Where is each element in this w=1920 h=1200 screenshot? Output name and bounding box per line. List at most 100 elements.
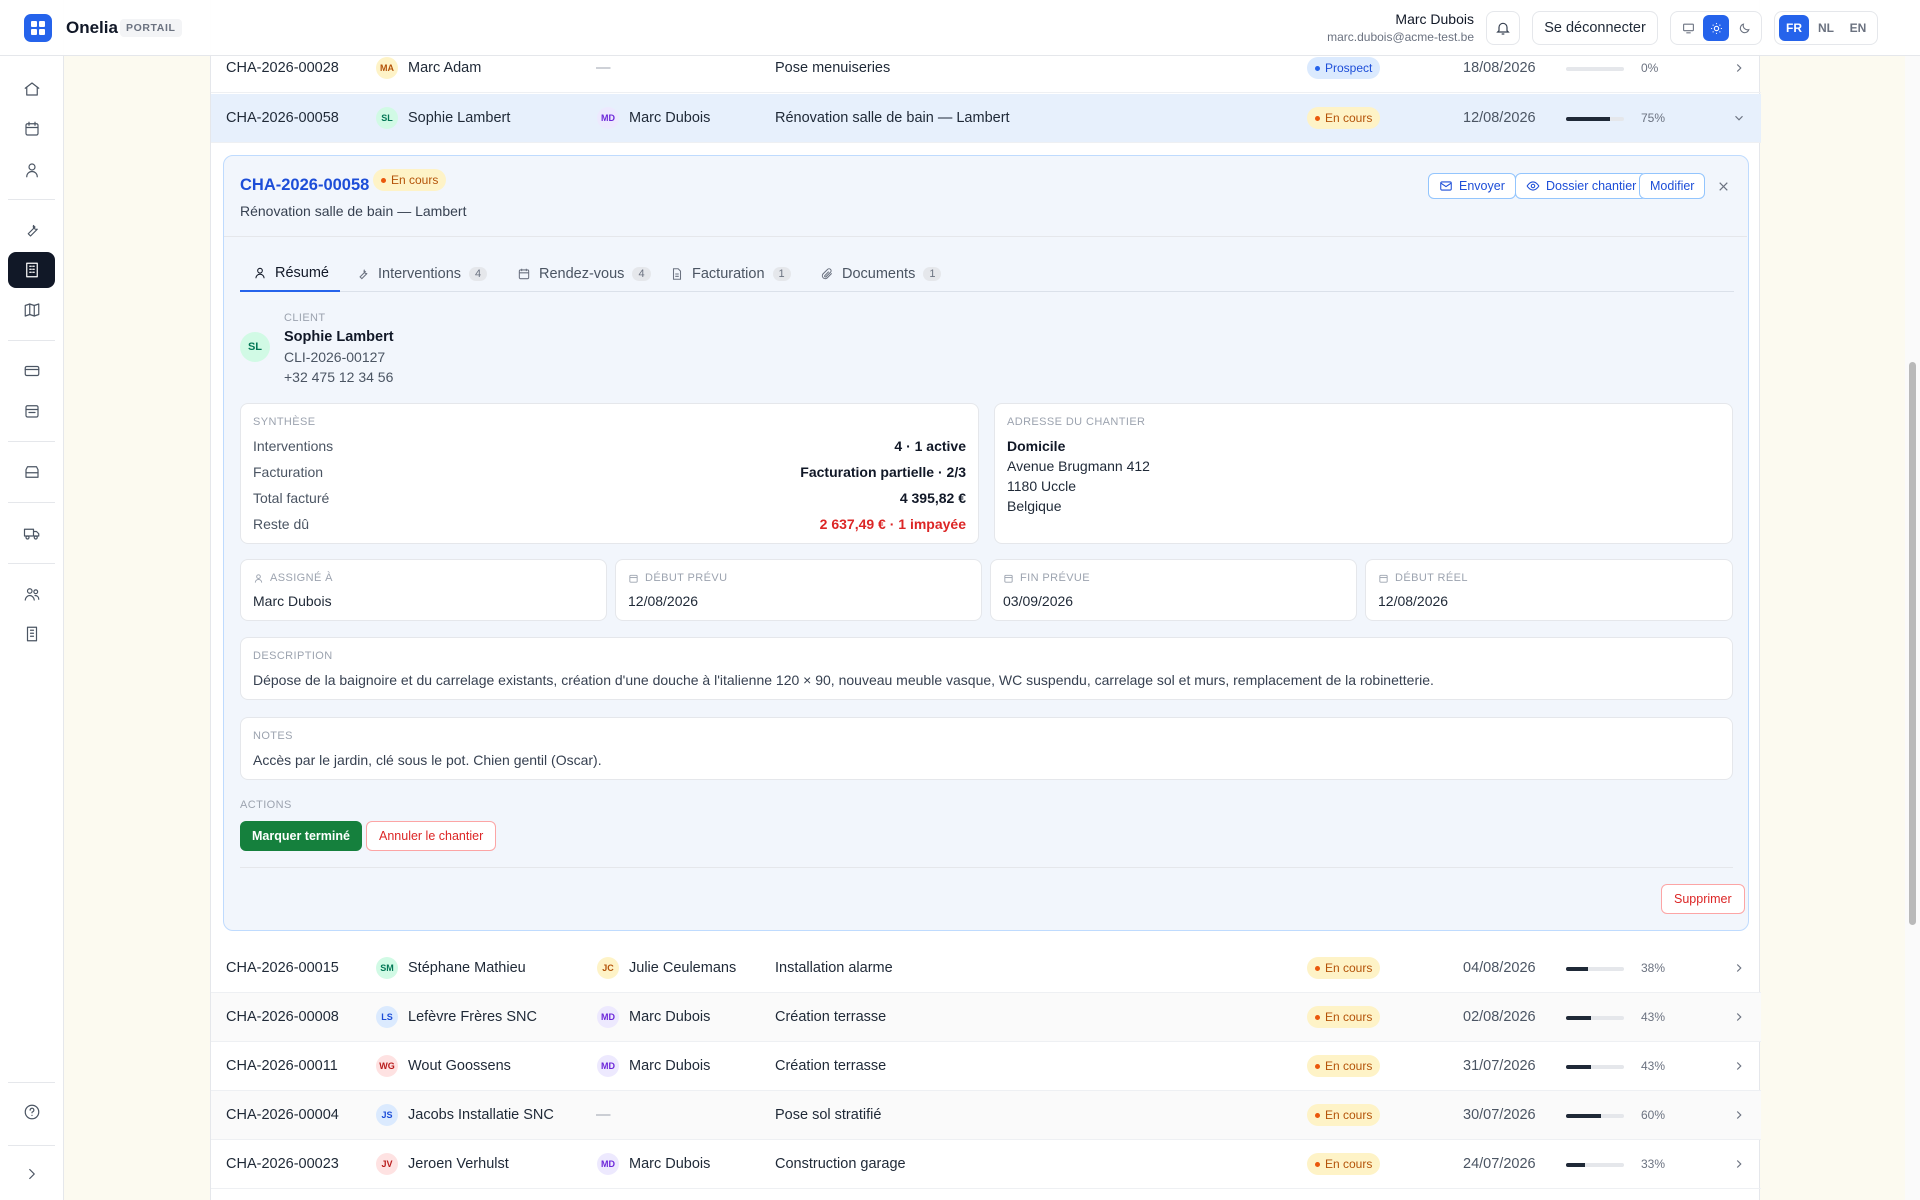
table-row[interactable]: CHA-2026-00008 LS Lefèvre Frères SNC MD Marc… (211, 993, 1761, 1042)
language-switcher: FR NL EN (1774, 11, 1878, 45)
scrollbar[interactable] (1905, 0, 1920, 1200)
avatar: SL (376, 107, 398, 129)
chevron-down-icon[interactable] (1732, 111, 1746, 129)
lang-en[interactable]: EN (1843, 15, 1873, 41)
status-badge: En cours (1307, 1006, 1381, 1028)
avatar: SM (376, 957, 398, 979)
chevron-right-icon[interactable] (1732, 1157, 1746, 1175)
tab-interventions[interactable]: Interventions 4 (356, 256, 488, 292)
tab-documents[interactable]: Documents 1 (820, 256, 942, 292)
logout-button[interactable]: Se déconnecter (1532, 11, 1658, 45)
progress-percent: 60% (1641, 1108, 1666, 1122)
progress-bar (1566, 117, 1624, 121)
avatar: MD (597, 1153, 619, 1175)
users-icon[interactable] (8, 576, 55, 612)
description-text: Dépose de la baignoire et du carrelage e… (253, 672, 1434, 688)
delete-button[interactable]: Supprimer (1661, 884, 1745, 914)
calendar-icon (1004, 574, 1013, 583)
user-icon[interactable] (8, 152, 55, 188)
worksite-id: CHA-2026-00028 (226, 60, 339, 76)
chevron-right-icon[interactable] (1732, 1108, 1746, 1126)
worksite-date: 12/08/2026 (1463, 110, 1536, 126)
worksite-folder-button[interactable]: Dossier chantier (1515, 173, 1648, 199)
truck-icon[interactable] (8, 515, 55, 551)
edit-button[interactable]: Modifier (1639, 173, 1706, 199)
chevron-right-icon[interactable] (1732, 961, 1746, 979)
worksite-date: 02/08/2026 (1463, 1009, 1536, 1025)
home-icon[interactable] (8, 71, 55, 107)
tab-rendez-vous[interactable]: Rendez-vous 4 (517, 256, 651, 292)
wrench-icon[interactable] (8, 212, 55, 248)
calendar-check-icon[interactable] (8, 393, 55, 429)
avatar: JS (376, 1104, 398, 1126)
send-button[interactable]: Envoyer (1428, 173, 1516, 199)
status-badge: Prospect (1307, 57, 1381, 79)
table-row[interactable]: CHA-2026-00004 JS Jacobs Installatie SNC — P… (211, 1091, 1761, 1140)
planned-end-field: FIN PRÉVUE 03/09/2026 (990, 559, 1357, 621)
building-icon[interactable] (8, 252, 55, 288)
calendar-icon[interactable] (8, 111, 55, 147)
chevron-right-icon[interactable] (1732, 1010, 1746, 1028)
desktop-icon[interactable] (1675, 15, 1701, 41)
table-row[interactable]: CHA-2026-00015 SM Stéphane Mathieu JC Julie … (211, 944, 1761, 993)
assigned-field: ASSIGNÉ À Marc Dubois (240, 559, 607, 621)
sun-icon[interactable] (1703, 15, 1729, 41)
sidebar-divider (8, 502, 55, 503)
close-icon[interactable] (1714, 177, 1732, 195)
table-row[interactable]: CHA-2026-00058 SL Sophie Lambert MD Marc Dub… (211, 94, 1761, 143)
status-badge: En cours (1307, 957, 1381, 979)
worksite-id: CHA-2026-00023 (226, 1156, 339, 1172)
tab-facturation[interactable]: Facturation 1 (670, 256, 791, 292)
planned-end-value: 03/09/2026 (1003, 593, 1074, 609)
table-row[interactable]: CHA-2026-00023 JV Jeroen Verhulst MD Marc Du… (211, 1140, 1761, 1189)
status-badge: En cours (1307, 1104, 1381, 1126)
client-name[interactable]: Sophie Lambert (284, 329, 394, 345)
archive-icon[interactable] (8, 454, 55, 490)
worksite-date: 18/08/2026 (1463, 60, 1536, 76)
status-badge: En cours (1307, 1055, 1381, 1077)
address-name: Domicile (1007, 438, 1066, 454)
divider (240, 867, 1733, 868)
sidebar (0, 0, 64, 1200)
sidebar-divider (8, 1082, 55, 1083)
detail-id[interactable]: CHA-2026-00058 (240, 176, 369, 195)
bell-icon[interactable] (1486, 11, 1520, 45)
theme-switcher (1670, 11, 1762, 45)
notes-card: NOTES Accès par le jardin, clé sous le p… (240, 717, 1733, 780)
lang-fr[interactable]: FR (1779, 15, 1809, 41)
client-name: Marc Adam (408, 60, 482, 76)
lang-nl[interactable]: NL (1811, 15, 1841, 41)
client-name: Jacobs Installatie SNC (408, 1107, 554, 1123)
map-icon[interactable] (8, 292, 55, 328)
progress-percent: 33% (1641, 1157, 1666, 1171)
credit-card-icon[interactable] (8, 353, 55, 389)
actual-start-value: 12/08/2026 (1378, 593, 1449, 609)
divider (224, 236, 1747, 237)
client-name: Lefèvre Frères SNC (408, 1009, 537, 1025)
synthese-label: SYNTHÈSE (253, 416, 316, 428)
worksite-detail-panel: CHA-2026-00058 En cours Rénovation salle… (223, 155, 1749, 931)
moon-icon[interactable] (1731, 15, 1757, 41)
status-badge: En cours (1307, 107, 1381, 129)
avatar: MD (597, 1055, 619, 1077)
chevron-right-icon[interactable] (1732, 1059, 1746, 1077)
description-card: DESCRIPTION Dépose de la baignoire et du… (240, 637, 1733, 700)
scrollbar-thumb[interactable] (1909, 362, 1916, 925)
assignee-name: — (596, 60, 611, 76)
table-row[interactable]: CHA-2026-00011 WG Wout Goossens MD Marc Dubo… (211, 1042, 1761, 1091)
wrench-icon (359, 269, 368, 280)
help-icon[interactable] (8, 1094, 55, 1130)
app-logo-icon[interactable] (24, 14, 52, 42)
chevron-right-icon[interactable] (1732, 61, 1746, 79)
progress-percent: 38% (1641, 961, 1666, 975)
avatar: MA (376, 57, 398, 79)
worksite-list: CHA-2026-00028 MA Marc Adam — Pose menuiseri… (210, 0, 1761, 1200)
tab-resume[interactable]: Résumé (240, 256, 340, 292)
assignee-name: Marc Dubois (629, 1156, 711, 1172)
cancel-worksite-button[interactable]: Annuler le chantier (366, 821, 497, 851)
client-name: Sophie Lambert (408, 110, 511, 126)
assignee-name: Marc Dubois (629, 1058, 711, 1074)
mark-complete-button[interactable]: Marquer terminé (240, 821, 362, 851)
expand-icon[interactable] (8, 1156, 55, 1192)
office-icon[interactable] (8, 616, 55, 652)
